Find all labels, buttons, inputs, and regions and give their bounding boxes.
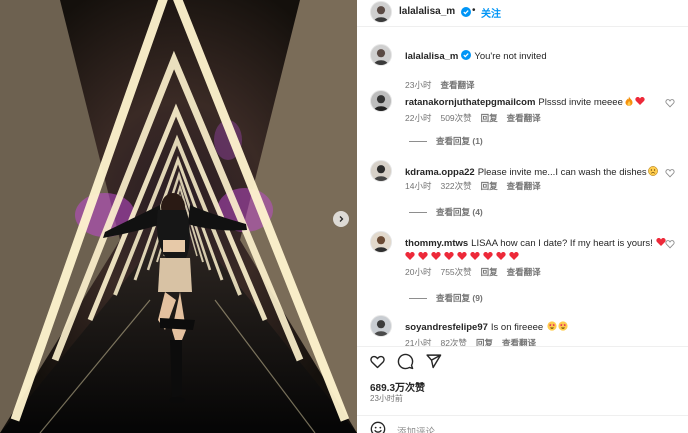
red-heart-emoji-icon — [457, 251, 467, 260]
comment-likes[interactable]: 322次赞 — [440, 181, 471, 191]
header-separator: • — [472, 5, 476, 16]
comments-list[interactable]: lalalalisa_m You're not invited 23小时 查看翻译 … — [357, 28, 688, 346]
red-heart-emoji-icon — [418, 251, 428, 260]
comment-text: thommy.mtws LISAA how can I date? If my h… — [405, 237, 675, 265]
red-heart-emoji-icon — [444, 251, 454, 260]
red-heart-emoji-icon — [431, 251, 441, 260]
frowning-face-emoji-icon — [647, 166, 658, 176]
post-header: lalalalisa_m • 关注 — [357, 0, 688, 27]
heart-outline-icon[interactable] — [369, 353, 386, 370]
see-translation-link[interactable]: 查看翻译 — [440, 80, 474, 90]
comment-meta: 23小时 查看翻译 — [405, 79, 483, 91]
red-heart-emoji-icon — [470, 251, 480, 260]
comment-username[interactable]: soyandresfelipe97 — [405, 322, 488, 333]
view-replies-label: 查看回复 (4) — [436, 207, 483, 217]
star-struck-emoji-icon — [558, 321, 568, 331]
like-comment-icon[interactable] — [665, 239, 675, 249]
like-comment-icon[interactable] — [665, 168, 675, 178]
follow-button[interactable]: 关注 — [481, 5, 501, 20]
reply-link[interactable]: 回复 — [481, 113, 498, 123]
carousel-next-button[interactable] — [333, 211, 349, 227]
reply-link[interactable]: 回复 — [476, 338, 493, 346]
comment-username[interactable]: ratanakornjuthatepgmailcom — [405, 97, 535, 108]
post-photo[interactable] — [0, 0, 357, 433]
comment-likes[interactable]: 82次赞 — [440, 338, 466, 346]
comment-text: ratanakornjuthatepgmailcom Plsssd invite … — [405, 96, 675, 110]
comment-text: lalalalisa_m You're not invited — [405, 50, 675, 64]
see-translation-link[interactable]: 查看翻译 — [502, 338, 536, 346]
comment-likes[interactable]: 509次赞 — [440, 113, 471, 123]
avatar[interactable] — [370, 231, 392, 253]
red-heart-emoji-icon — [509, 251, 519, 260]
post-side-panel: lalalalisa_m • 关注 lalalalisa_m You're not… — [357, 0, 688, 433]
see-translation-link[interactable]: 查看翻译 — [507, 113, 541, 123]
comment-likes[interactable]: 755次赞 — [440, 267, 471, 277]
red-heart-emoji-icon — [496, 251, 506, 260]
comment-meta: 20小时 755次赞 回复 查看翻译 — [405, 266, 550, 278]
add-comment-bar: 添加评论... — [357, 415, 688, 433]
view-replies-label: 查看回复 (1) — [436, 136, 483, 146]
comment-body: Please invite me...I can wash the dishes — [477, 167, 647, 178]
view-replies-link[interactable]: 查看回复 (1) — [409, 135, 483, 147]
view-replies-label: 查看回复 (9) — [436, 293, 483, 303]
comment-body: Is on fireeee — [490, 322, 544, 333]
comment-body: Plsssd invite meeee — [538, 97, 623, 108]
comment-username[interactable]: thommy.mtws — [405, 238, 468, 249]
likes-count[interactable]: 689.3万次赞 — [370, 379, 425, 394]
comment-meta: 14小时 322次赞 回复 查看翻译 — [405, 180, 550, 192]
replies-line — [409, 298, 427, 300]
comment-username[interactable]: lalalalisa_m — [405, 51, 458, 62]
reply-link[interactable]: 回复 — [481, 181, 498, 191]
heart-emoji-row — [405, 251, 675, 265]
comment-body: LISAA how can I date? If my heart is you… — [471, 238, 653, 249]
post-actions: 689.3万次赞 23小时前 添加评论... — [357, 346, 688, 433]
verified-badge-icon — [461, 7, 471, 17]
comment-text: soyandresfelipe97 Is on fireeee — [405, 321, 675, 335]
fire-emoji-icon — [625, 96, 633, 106]
star-struck-emoji-icon — [547, 321, 557, 331]
tunnel-photo — [0, 0, 357, 433]
replies-line — [409, 212, 427, 214]
avatar[interactable] — [370, 90, 392, 112]
view-replies-link[interactable]: 查看回复 (9) — [409, 292, 483, 304]
like-comment-icon[interactable] — [665, 98, 675, 108]
author-username[interactable]: lalalalisa_m — [399, 6, 455, 17]
paper-plane-icon[interactable] — [425, 353, 442, 370]
see-translation-link[interactable]: 查看翻译 — [507, 267, 541, 277]
comment-bubble-icon[interactable] — [397, 353, 414, 370]
comment-time: 20小时 — [405, 267, 432, 277]
comment-time: 23小时 — [405, 80, 432, 90]
see-translation-link[interactable]: 查看翻译 — [507, 181, 541, 191]
post-time: 23小时前 — [370, 394, 403, 403]
comment-text: kdrama.oppa22 Please invite me...I can wa… — [405, 166, 675, 180]
chevron-right-icon — [339, 216, 344, 222]
comment-meta: 21小时 82次赞 回复 查看翻译 — [405, 337, 545, 346]
smiley-icon[interactable] — [370, 421, 386, 433]
comment-time: 14小时 — [405, 181, 432, 191]
avatar[interactable] — [370, 315, 392, 337]
avatar[interactable] — [370, 160, 392, 182]
comment-body: You're not invited — [474, 51, 547, 62]
replies-line — [409, 141, 427, 143]
red-heart-emoji-icon — [635, 96, 645, 105]
red-heart-emoji-icon — [405, 251, 415, 260]
avatar[interactable] — [370, 44, 392, 66]
add-comment-input[interactable]: 添加评论... — [397, 424, 443, 433]
verified-badge-icon — [461, 50, 472, 60]
comment-time: 21小时 — [405, 338, 432, 346]
comment-username[interactable]: kdrama.oppa22 — [405, 167, 475, 178]
author-avatar[interactable] — [370, 1, 392, 23]
view-replies-link[interactable]: 查看回复 (4) — [409, 206, 483, 218]
comment-time: 22小时 — [405, 113, 432, 123]
reply-link[interactable]: 回复 — [481, 267, 498, 277]
comment-meta: 22小时 509次赞 回复 查看翻译 — [405, 112, 550, 124]
red-heart-emoji-icon — [483, 251, 493, 260]
